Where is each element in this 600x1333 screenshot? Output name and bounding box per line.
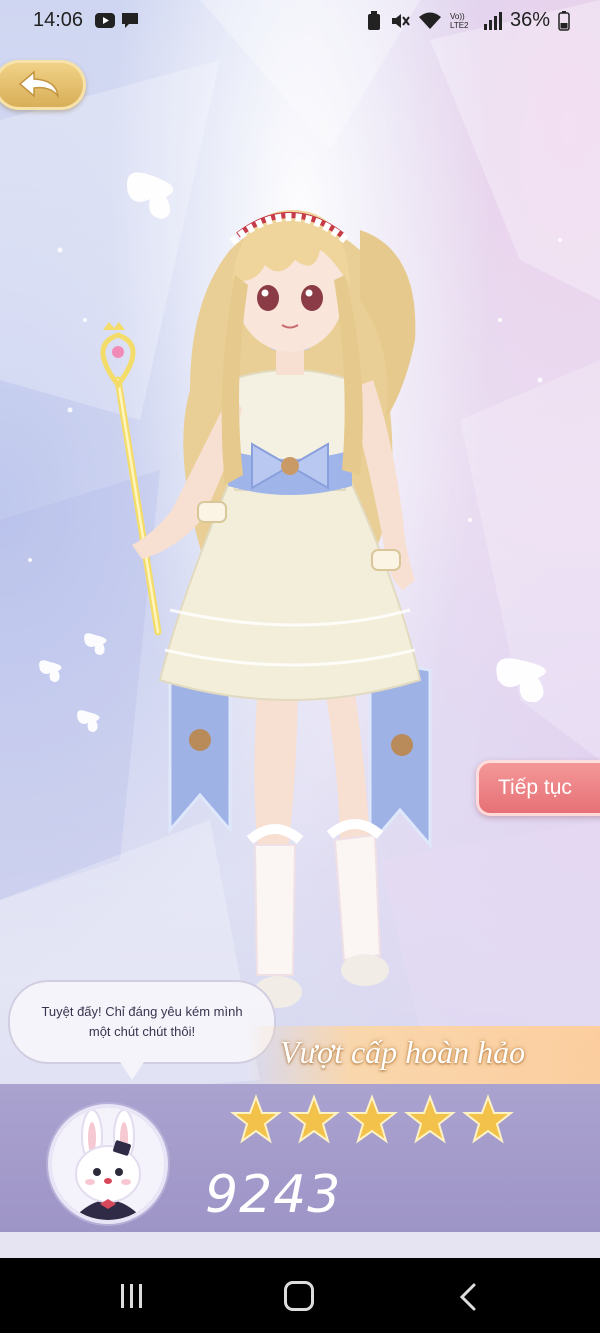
rating-title: Vượt cấp hoàn hảo — [280, 1034, 526, 1070]
battery-icon — [558, 10, 570, 31]
message-icon — [122, 13, 138, 28]
youtube-icon — [95, 13, 115, 28]
network-type-label: Vo)) LTE2 — [449, 11, 469, 30]
recents-icon[interactable] — [118, 1282, 146, 1310]
speech-bubble: Tuyệt đấy! Chỉ đáng yêu kém mình một chú… — [8, 980, 276, 1080]
score-value: 9243 — [205, 1165, 342, 1225]
status-notification-icons — [95, 12, 139, 30]
game-scene: 14:06 Vo)) LTE2 36% Tiếp tục Tuyệt đấy! … — [0, 0, 600, 1258]
signal-icon — [483, 11, 502, 30]
character-illustration — [132, 210, 432, 1008]
back-arrow-icon — [18, 70, 60, 99]
status-time: 14:06 — [33, 9, 84, 31]
star-icon — [462, 1094, 514, 1144]
status-right-group: Vo)) LTE2 36% — [366, 9, 570, 32]
continue-button[interactable]: Tiếp tục — [476, 760, 600, 816]
mute-icon — [391, 13, 410, 28]
home-icon[interactable] — [284, 1281, 314, 1311]
star-icon — [346, 1094, 398, 1144]
lock-recycle-icon — [367, 10, 380, 30]
navigation-bar — [0, 1258, 600, 1333]
star-icon — [404, 1094, 456, 1144]
back-button[interactable] — [0, 60, 86, 110]
battery-percent: 36% — [509, 9, 550, 31]
panel-bottom-strip — [0, 1232, 600, 1258]
nav-back-icon[interactable] — [458, 1282, 478, 1312]
status-bar: 14:06 Vo)) LTE2 36% — [0, 0, 600, 44]
avatar — [48, 1104, 168, 1224]
star-icon — [288, 1094, 340, 1144]
bunny-avatar-icon — [72, 1109, 144, 1220]
wifi-icon — [418, 12, 441, 29]
speech-text: Tuyệt đấy! Chỉ đáng yêu kém mình một chú… — [41, 1004, 243, 1039]
star-rating — [230, 1094, 514, 1146]
star-icon — [230, 1094, 282, 1144]
continue-button-label: Tiếp tục — [498, 776, 572, 799]
